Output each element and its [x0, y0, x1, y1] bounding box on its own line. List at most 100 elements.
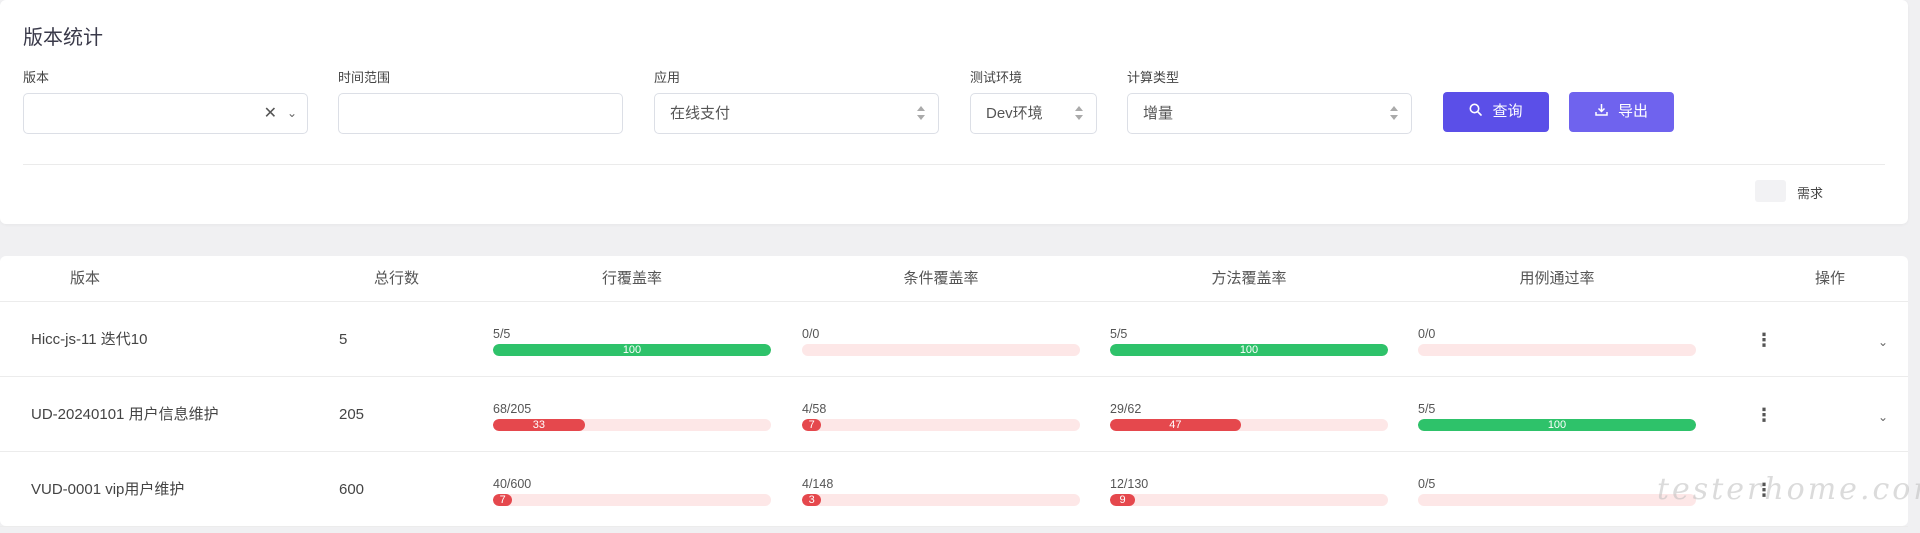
sort-arrows-icon [1075, 106, 1083, 120]
time-range-field: 时间范围 [338, 68, 623, 134]
app-value: 在线支付 [670, 105, 731, 122]
sort-arrows-icon [1390, 106, 1398, 120]
line-coverage-cell: 68/205 33 [493, 402, 771, 431]
progress-fill: 7 [802, 419, 822, 431]
line-coverage-fraction: 40/600 [493, 477, 532, 491]
env-select[interactable]: Dev环境 [970, 93, 1097, 134]
query-button-label: 查询 [1492, 103, 1523, 120]
version-label: 版本 [23, 70, 50, 85]
case-pass-rate-cell: 0/0 [1418, 327, 1696, 356]
header-version: 版本 [70, 270, 101, 287]
legend-swatch[interactable] [1755, 180, 1786, 202]
progress-fill: 33 [493, 419, 585, 431]
total-lines-cell: 205 [339, 406, 365, 423]
header-method-coverage: 方法覆盖率 [1211, 270, 1287, 287]
table-row[interactable]: Hicc-js-11 迭代10 5 5/5 100 0/0 5/5 100 0/0 ⋮ ⌄ [0, 303, 1908, 377]
version-cell: VUD-0001 vip用户维护 [31, 481, 185, 498]
condition-coverage-fraction: 4/148 [802, 477, 834, 491]
table-row[interactable]: VUD-0001 vip用户维护 600 40/600 7 4/148 3 12/130 9 0… [0, 453, 1908, 527]
more-menu-icon[interactable]: ⋮ [1755, 303, 1773, 377]
condition-coverage-fraction: 0/0 [802, 327, 820, 341]
progress-track [1418, 494, 1696, 506]
progress-fill: 3 [802, 494, 822, 506]
env-label: 测试环境 [970, 70, 1023, 85]
progress-track [1418, 344, 1696, 356]
time-range-input[interactable] [338, 93, 623, 134]
progress-fill: 100 [1418, 419, 1696, 431]
env-field: 测试环境 Dev环境 [970, 68, 1097, 134]
calc-type-field: 计算类型 增量 [1127, 68, 1412, 134]
version-cell: UD-20240101 用户信息维护 [31, 406, 219, 423]
progress-track: 7 [493, 494, 771, 506]
case-pass-rate-cell: 0/5 [1418, 477, 1696, 506]
progress-track [802, 344, 1080, 356]
version-cell: Hicc-js-11 迭代10 [31, 331, 148, 348]
more-menu-icon[interactable]: ⋮ [1755, 378, 1773, 452]
download-icon [1595, 92, 1608, 132]
header-case-pass-rate: 用例通过率 [1519, 270, 1595, 287]
line-coverage-cell: 5/5 100 [493, 327, 771, 356]
clear-icon[interactable]: ✕ [264, 94, 277, 133]
filter-card: 版本统计 版本 ✕ ⌄ 时间范围 应用 在线支付 测试环境 Dev环境 计算类型… [0, 0, 1908, 224]
chevron-down-icon[interactable]: ⌄ [1878, 378, 1888, 456]
method-coverage-fraction: 5/5 [1110, 327, 1128, 341]
env-value: Dev环境 [986, 105, 1043, 122]
method-coverage-cell: 5/5 100 [1110, 327, 1388, 356]
case-pass-rate-fraction: 0/5 [1418, 477, 1436, 491]
method-coverage-fraction: 29/62 [1110, 402, 1142, 416]
total-lines-cell: 5 [339, 331, 348, 348]
header-condition-coverage: 条件覆盖率 [903, 270, 979, 287]
chevron-down-icon[interactable]: ⌄ [1878, 303, 1888, 381]
case-pass-rate-fraction: 0/0 [1418, 327, 1436, 341]
case-pass-rate-fraction: 5/5 [1418, 402, 1436, 416]
progress-track: 100 [1110, 344, 1388, 356]
method-coverage-cell: 12/130 9 [1110, 477, 1388, 506]
export-button[interactable]: 导出 [1569, 92, 1674, 132]
table-row[interactable]: UD-20240101 用户信息维护 205 68/205 33 4/58 7 29/62 4… [0, 378, 1908, 452]
case-pass-rate-cell: 5/5 100 [1418, 402, 1696, 431]
progress-track: 100 [1418, 419, 1696, 431]
progress-track: 47 [1110, 419, 1388, 431]
progress-fill: 100 [493, 344, 771, 356]
query-button[interactable]: 查询 [1443, 92, 1549, 132]
export-button-label: 导出 [1617, 103, 1648, 120]
calc-type-label: 计算类型 [1127, 70, 1180, 85]
sort-arrows-icon [917, 106, 925, 120]
line-coverage-cell: 40/600 7 [493, 477, 771, 506]
version-field: 版本 ✕ ⌄ [23, 68, 308, 134]
search-icon [1469, 92, 1483, 132]
line-coverage-fraction: 5/5 [493, 327, 511, 341]
header-total: 总行数 [374, 270, 420, 287]
progress-track: 9 [1110, 494, 1388, 506]
calc-type-select[interactable]: 增量 [1127, 93, 1412, 134]
progress-fill: 9 [1110, 494, 1136, 506]
divider [23, 164, 1885, 165]
method-coverage-fraction: 12/130 [1110, 477, 1149, 491]
header-line-coverage: 行覆盖率 [601, 270, 662, 287]
coverage-table: 版本 总行数 行覆盖率 条件覆盖率 方法覆盖率 用例通过率 操作 Hicc-js… [0, 256, 1908, 527]
app-select[interactable]: 在线支付 [654, 93, 939, 134]
progress-track: 3 [802, 494, 1080, 506]
chevron-down-icon[interactable]: ⌄ [287, 94, 297, 133]
header-actions: 操作 [1814, 270, 1845, 287]
app-field: 应用 在线支付 [654, 68, 939, 134]
condition-coverage-cell: 0/0 [802, 327, 1080, 356]
app-label: 应用 [654, 70, 681, 85]
watermark: testerhome.com [1657, 472, 1920, 507]
page-title: 版本统计 [23, 27, 103, 49]
progress-fill: 100 [1110, 344, 1388, 356]
condition-coverage-cell: 4/58 7 [802, 402, 1080, 431]
time-range-label: 时间范围 [338, 70, 391, 85]
progress-fill: 7 [493, 494, 513, 506]
calc-type-value: 增量 [1143, 105, 1174, 122]
table-header: 版本 总行数 行覆盖率 条件覆盖率 方法覆盖率 用例通过率 操作 [0, 256, 1908, 302]
version-select[interactable]: ✕ ⌄ [23, 93, 308, 134]
progress-track: 100 [493, 344, 771, 356]
condition-coverage-cell: 4/148 3 [802, 477, 1080, 506]
total-lines-cell: 600 [339, 481, 365, 498]
condition-coverage-fraction: 4/58 [802, 402, 827, 416]
progress-fill: 47 [1110, 419, 1241, 431]
progress-track: 7 [802, 419, 1080, 431]
legend-label: 需求 [1797, 186, 1824, 201]
method-coverage-cell: 29/62 47 [1110, 402, 1388, 431]
